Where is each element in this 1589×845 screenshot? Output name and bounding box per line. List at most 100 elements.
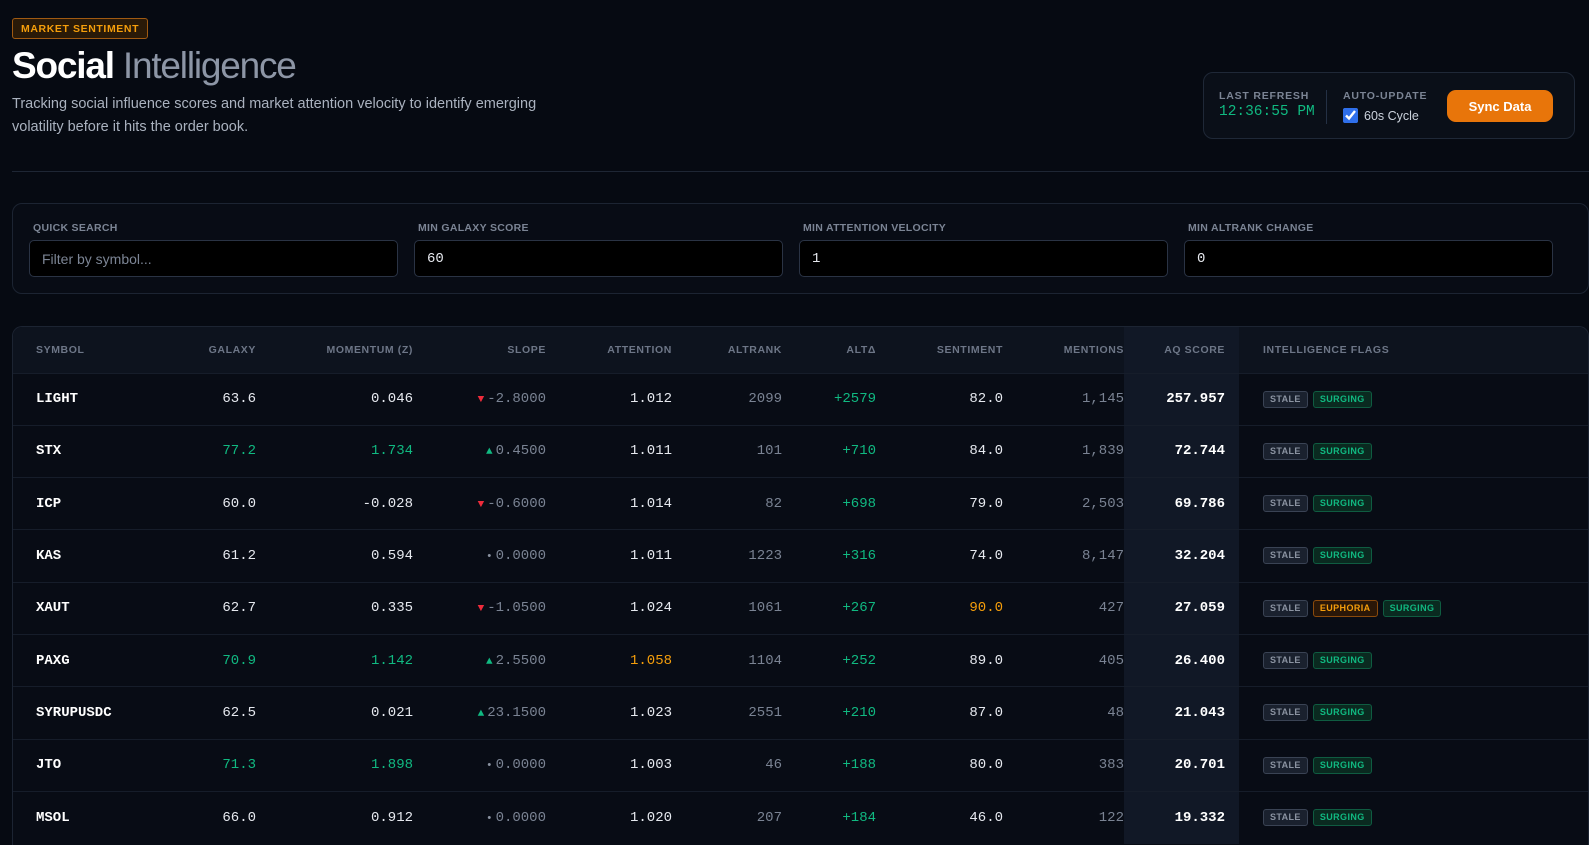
- cell-attention: 1.014: [629, 495, 672, 512]
- cell-symbol: SYRUPUSDC: [36, 704, 112, 721]
- col-aq-score[interactable]: AQ SCORE: [1124, 327, 1239, 373]
- table-row[interactable]: PAXG 70.9 1.142 ▲ 2.5500 1.058 1104 +252 89.0 405…: [13, 634, 1588, 687]
- min-altrank-input[interactable]: [1184, 240, 1553, 277]
- triangle-down-icon: ▼: [477, 498, 485, 511]
- cell-momentum: 1.898: [370, 757, 413, 774]
- cell-sentiment: 89.0: [969, 652, 1003, 669]
- col-flags: INTELLIGENCE FLAGS: [1263, 343, 1390, 356]
- table-row[interactable]: SYRUPUSDC 62.5 0.021 ▲ 23.1500 1.023 2551 +210 8…: [13, 686, 1588, 740]
- col-galaxy[interactable]: GALAXY: [161, 327, 256, 373]
- cell-slope: ▲ 23.1500: [413, 687, 546, 739]
- cell-sentiment: 74.0: [969, 548, 1003, 565]
- flag-stale: STALE: [1263, 704, 1308, 722]
- flag-surging: SURGING: [1312, 809, 1372, 827]
- flag-surging: SURGING: [1382, 599, 1442, 617]
- filter-panel: QUICK SEARCH MIN GALAXY SCORE MIN ATTENT…: [12, 203, 1589, 294]
- slope-value: 2.5500: [495, 652, 546, 669]
- flag-surging: SURGING: [1312, 547, 1372, 565]
- triangle-up-icon: ▲: [485, 446, 493, 459]
- cell-aq-score: 72.744: [1124, 425, 1239, 478]
- cell-sentiment: 87.0: [969, 704, 1003, 721]
- min-velocity-input[interactable]: [799, 240, 1168, 277]
- cell-mentions: 1,145: [1081, 391, 1124, 408]
- cell-aq-score: 257.957: [1124, 373, 1239, 426]
- col-sentiment[interactable]: SENTIMENT: [876, 327, 1003, 373]
- cell-sentiment: 84.0: [969, 443, 1003, 460]
- cell-altrank: 2099: [748, 391, 782, 408]
- table-row[interactable]: LIGHT 63.6 0.046 ▼ -2.8000 1.012 2099 +2579 82.0…: [13, 373, 1588, 426]
- triangle-up-icon: ▲: [485, 655, 493, 668]
- cell-galaxy: 63.6: [222, 391, 256, 408]
- cell-attention: 1.058: [629, 652, 672, 669]
- cell-altrank: 1104: [748, 652, 782, 669]
- slope-value: -1.0500: [487, 600, 546, 617]
- cell-flags: STALE SURGING: [1239, 687, 1588, 739]
- flag-stale: STALE: [1263, 809, 1308, 827]
- table-row[interactable]: ICP 60.0 -0.028 ▼ -0.6000 1.014 82 +698 79.0 2,50…: [13, 477, 1588, 530]
- cell-galaxy: 71.3: [222, 757, 256, 774]
- flag-surging: SURGING: [1312, 704, 1372, 722]
- slope-value: 0.0000: [495, 809, 546, 826]
- cell-altrank: 46: [765, 757, 782, 774]
- triangle-down-icon: ▼: [477, 394, 485, 407]
- min-galaxy-input[interactable]: [414, 240, 783, 277]
- cell-slope: ▼ -2.8000: [413, 373, 546, 425]
- cell-aq-score: 69.786: [1124, 477, 1239, 530]
- cell-altrank: 1061: [748, 600, 782, 617]
- col-altdelta[interactable]: ALTΔ: [782, 327, 876, 373]
- cell-mentions: 1,839: [1081, 443, 1124, 460]
- dot-icon: •: [485, 551, 493, 564]
- cell-attention: 1.020: [629, 809, 672, 826]
- dot-icon: •: [485, 760, 493, 773]
- cell-altrank: 207: [756, 809, 782, 826]
- last-refresh-time: 12:36:55 PM: [1219, 104, 1315, 120]
- min-altrank-label: MIN ALTRANK CHANGE: [1188, 222, 1314, 234]
- flag-surging: SURGING: [1312, 390, 1372, 408]
- min-galaxy-label: MIN GALAXY SCORE: [418, 222, 529, 234]
- cell-flags: STALE SURGING: [1239, 373, 1588, 425]
- table-header-row: SYMBOL GALAXY MOMENTUM (Z) SLOPE ATTENTI…: [13, 327, 1588, 373]
- cell-slope: ▲ 2.5500: [413, 634, 546, 686]
- table-row[interactable]: KAS 61.2 0.594 • 0.0000 1.011 1223 +316 74.0 8,14…: [13, 529, 1588, 583]
- cell-aq-score: 21.043: [1124, 686, 1239, 740]
- search-input[interactable]: [29, 240, 398, 277]
- flag-surging: SURGING: [1312, 652, 1372, 670]
- auto-update-checkbox[interactable]: [1343, 108, 1358, 123]
- table-row[interactable]: MSOL 66.0 0.912 • 0.0000 1.020 207 +184 46.0 122 1…: [13, 791, 1588, 844]
- triangle-down-icon: ▼: [477, 603, 485, 616]
- flag-euphoria: EUPHORIA: [1312, 599, 1378, 617]
- cell-slope: ▲ 0.4500: [413, 425, 546, 477]
- auto-update-toggle[interactable]: 60s Cycle: [1343, 108, 1419, 123]
- col-symbol[interactable]: SYMBOL: [13, 327, 161, 373]
- cell-flags: STALE SURGING: [1239, 634, 1588, 686]
- cell-altrank: 101: [756, 443, 782, 460]
- cell-galaxy: 61.2: [222, 548, 256, 565]
- table-row[interactable]: JTO 71.3 1.898 • 0.0000 1.003 46 +188 80.0 383 20.…: [13, 739, 1588, 792]
- col-attention[interactable]: ATTENTION: [546, 327, 672, 373]
- cell-galaxy: 62.7: [222, 600, 256, 617]
- status-panel: LAST REFRESH 12:36:55 PM AUTO-UPDATE 60s…: [1203, 72, 1575, 139]
- flag-surging: SURGING: [1312, 442, 1372, 460]
- cell-symbol: PAXG: [36, 652, 70, 669]
- cell-symbol: JTO: [36, 757, 62, 774]
- cell-galaxy: 70.9: [222, 652, 256, 669]
- cell-mentions: 405: [1098, 652, 1124, 669]
- cell-sentiment: 79.0: [969, 495, 1003, 512]
- cell-momentum: 1.734: [370, 443, 413, 460]
- cell-slope: • 0.0000: [413, 530, 546, 582]
- table-row[interactable]: STX 77.2 1.734 ▲ 0.4500 1.011 101 +710 84.0 1,839…: [13, 425, 1588, 478]
- slope-value: 0.4500: [495, 443, 546, 460]
- sync-data-button[interactable]: Sync Data: [1447, 90, 1553, 122]
- cell-flags: STALE SURGING: [1239, 478, 1588, 530]
- col-slope[interactable]: SLOPE: [413, 327, 546, 373]
- cell-altdelta: +188: [842, 757, 876, 774]
- cell-galaxy: 77.2: [222, 443, 256, 460]
- cell-altdelta: +316: [842, 548, 876, 565]
- section-badge: MARKET SENTIMENT: [12, 18, 149, 39]
- col-mentions[interactable]: MENTIONS: [1003, 327, 1124, 373]
- col-altrank[interactable]: ALTRANK: [672, 327, 782, 373]
- flag-stale: STALE: [1263, 442, 1308, 460]
- table-row[interactable]: XAUT 62.7 0.335 ▼ -1.0500 1.024 1061 +267 90.0 42…: [13, 582, 1588, 635]
- min-velocity-label: MIN ATTENTION VELOCITY: [803, 222, 947, 234]
- col-momentum[interactable]: MOMENTUM (Z): [256, 327, 413, 373]
